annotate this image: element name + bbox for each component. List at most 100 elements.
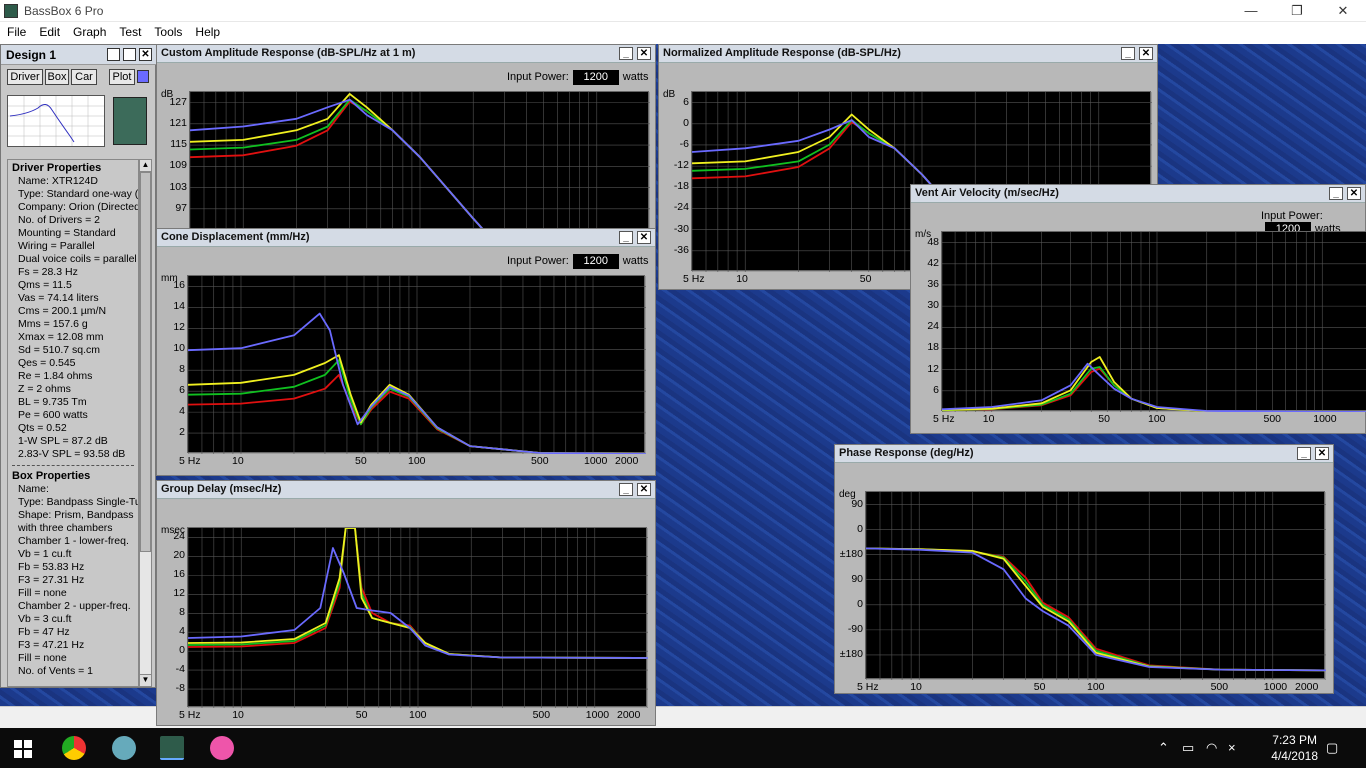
x-tick-label: 100 <box>1087 681 1105 693</box>
property-line: Wiring = Parallel <box>18 240 95 252</box>
minimize-window-icon[interactable]: _ <box>619 231 633 244</box>
x-tick-label: 500 <box>532 709 551 721</box>
property-line: Cms = 200.1 µm/N <box>18 305 107 317</box>
input-power-field[interactable]: 1200 <box>572 70 619 85</box>
minimize-window-icon[interactable]: _ <box>619 47 633 60</box>
y-tick-label: 97 <box>175 201 187 214</box>
y-tick-label: 121 <box>169 116 187 129</box>
y-tick-label: 16 <box>173 568 185 581</box>
properties-scrollbar[interactable]: ▲ ▼ <box>139 159 152 687</box>
menu-graph[interactable]: Graph <box>66 22 112 39</box>
chart-svg <box>866 492 1326 680</box>
y-tick-label: -18 <box>673 180 689 193</box>
group-delay-window: Group Delay (msec/Hz) _ ✕ msec 24 20 16 12 8 4 0 -4… <box>156 480 656 726</box>
box-properties: Name: Type: Bandpass Single-Tu Shape: Pris… <box>8 483 138 678</box>
minimize-window-icon[interactable]: _ <box>1297 447 1311 460</box>
clock[interactable]: 7:23 PM 4/4/2018 <box>1271 732 1318 764</box>
y-tick-label: 18 <box>927 341 939 354</box>
plot-area <box>865 491 1326 680</box>
y-tick-label: 0 <box>683 116 689 129</box>
close-icon[interactable]: ✕ <box>1320 0 1366 22</box>
y-tick-label: 48 <box>927 235 939 248</box>
menu-file[interactable]: File <box>0 22 32 39</box>
x-tick-label: 100 <box>408 455 426 467</box>
menu-bar: File Edit Graph Test Tools Help <box>0 22 1366 44</box>
taskbar: ⌃ ▭ ◠ × 7:23 PM 4/4/2018 ▢ <box>0 728 1366 768</box>
x-tick-label: 5 Hz <box>933 413 955 425</box>
close-window-icon[interactable]: ✕ <box>1139 47 1153 60</box>
window-caption: Normalized Amplitude Response (dB-SPL/Hz… <box>659 45 1157 63</box>
property-line: Sd = 510.7 sq.cm <box>18 344 101 356</box>
menu-test[interactable]: Test <box>112 22 147 39</box>
copy-icon[interactable] <box>123 48 136 61</box>
scroll-down-icon[interactable]: ▼ <box>140 674 151 686</box>
close-window-icon[interactable]: ✕ <box>1347 187 1361 200</box>
x-tick-label: 100 <box>409 709 427 721</box>
y-tick-label: 20 <box>173 549 185 562</box>
minimize-window-icon[interactable]: _ <box>1121 47 1135 60</box>
property-line: Fill = none <box>18 652 67 664</box>
y-tick-label: 10 <box>173 342 185 355</box>
scroll-thumb[interactable] <box>140 172 151 552</box>
property-line: Vb = 3 cu.ft <box>18 613 72 625</box>
wifi-icon[interactable]: ◠ <box>1206 740 1217 756</box>
chevron-up-icon[interactable]: ⌃ <box>1158 740 1169 756</box>
close-window-icon[interactable]: ✕ <box>637 47 651 60</box>
menu-edit[interactable]: Edit <box>32 22 66 39</box>
y-tick-label: 6 <box>933 383 939 396</box>
tab-box[interactable]: Box <box>45 69 69 85</box>
clock-date: 4/4/2018 <box>1271 749 1318 763</box>
x-tick-label: 5 Hz <box>683 273 705 285</box>
y-tick-label: 6 <box>683 95 689 108</box>
menu-help[interactable]: Help <box>188 22 226 39</box>
property-line: Fs = 28.3 Hz <box>18 266 78 278</box>
scroll-up-icon[interactable]: ▲ <box>140 160 151 172</box>
plot-area <box>941 231 1366 412</box>
window-caption: Vent Air Velocity (m/sec/Hz) _ ✕ <box>911 185 1365 203</box>
x-tick-label: 10 <box>232 709 244 721</box>
x-tick-label: 500 <box>1263 413 1282 425</box>
tab-driver[interactable]: Driver <box>7 69 43 85</box>
series-red-line <box>190 100 485 230</box>
input-power-field[interactable]: 1200 <box>572 254 619 269</box>
y-tick-label: 109 <box>169 159 187 172</box>
volume-muted-icon[interactable]: × <box>1228 740 1236 755</box>
minimize-window-icon[interactable]: _ <box>619 483 633 496</box>
window-caption: Custom Amplitude Response (dB-SPL/Hz at … <box>157 45 655 63</box>
notifications-icon[interactable]: ▢ <box>1326 740 1338 756</box>
menu-tools[interactable]: Tools <box>147 22 188 39</box>
windows-start-icon[interactable] <box>14 740 32 758</box>
battery-icon[interactable]: ▭ <box>1182 740 1194 756</box>
y-tick-label: 115 <box>170 138 187 151</box>
design-title: Design 1 <box>6 48 57 62</box>
close-design-icon[interactable]: ✕ <box>139 48 152 61</box>
tab-car[interactable]: Car <box>71 69 97 85</box>
chrome-icon[interactable] <box>62 736 86 760</box>
save-icon[interactable] <box>107 48 120 61</box>
thumbnail-graph <box>7 95 105 147</box>
custom-amplitude-window: Custom Amplitude Response (dB-SPL/Hz at … <box>156 44 656 230</box>
x-tick-label: 1000 <box>584 455 608 467</box>
x-tick-label: 50 <box>1033 681 1046 693</box>
property-line: Name: XTR124D <box>18 175 98 187</box>
minimize-window-icon[interactable]: _ <box>1329 187 1343 200</box>
property-line: Vb = 1 cu.ft <box>18 548 72 560</box>
plot-color-swatch[interactable] <box>137 70 149 83</box>
property-line: Vas = 74.14 liters <box>18 292 99 304</box>
input-power-control: Input Power:1200watts <box>507 254 648 269</box>
close-window-icon[interactable]: ✕ <box>637 483 651 496</box>
y-tick-label: 14 <box>173 300 185 313</box>
property-line: Qts = 0.52 <box>18 422 67 434</box>
tab-plot[interactable]: Plot <box>109 69 135 85</box>
balloon-app-icon[interactable] <box>210 736 234 760</box>
close-window-icon[interactable]: ✕ <box>1315 447 1329 460</box>
minimize-icon[interactable]: — <box>1228 0 1274 22</box>
separator <box>12 465 134 466</box>
x-tick-label: 2000 <box>1295 681 1319 693</box>
y-tick-label: 0 <box>857 597 863 610</box>
app-icon[interactable] <box>112 736 136 760</box>
series-blue-line <box>190 98 485 230</box>
restore-icon[interactable]: ❐ <box>1274 0 1320 22</box>
close-window-icon[interactable]: ✕ <box>637 231 651 244</box>
bassbox-taskbar-icon[interactable] <box>160 736 184 760</box>
